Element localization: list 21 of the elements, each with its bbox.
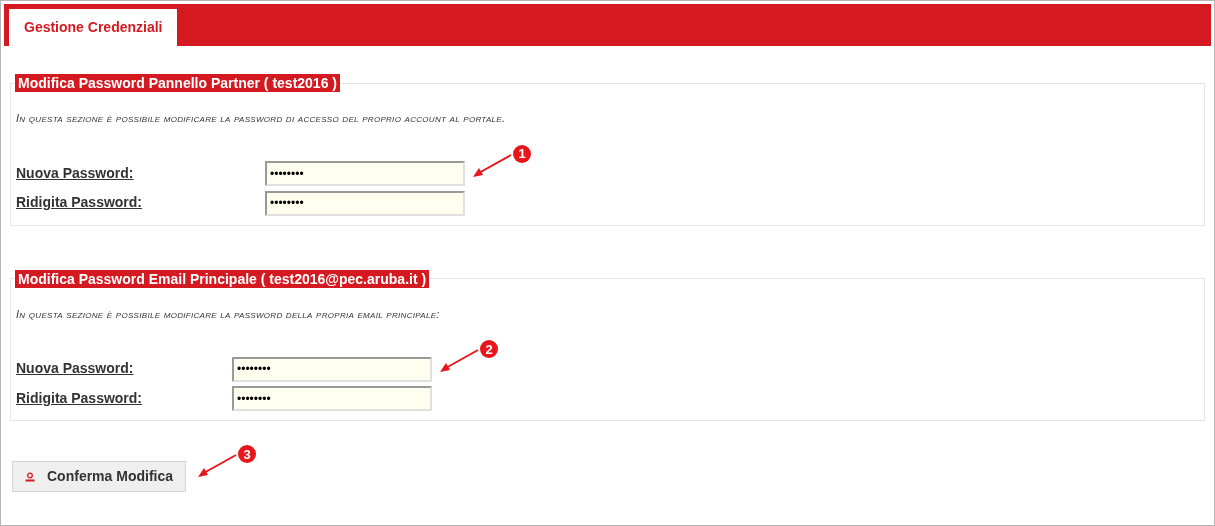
field-label: Nuova Password: xyxy=(16,163,135,183)
annotation-arrow xyxy=(196,453,238,479)
field-label: Ridigita Password: xyxy=(16,193,144,213)
callout-number: 3 xyxy=(238,445,256,463)
user-icon xyxy=(25,471,35,482)
field-label: Ridigita Password: xyxy=(16,388,144,408)
callout-number: 2 xyxy=(480,340,498,358)
section-title: Modifica Password Email Principale ( test2016@pec.aruba.it ) xyxy=(15,269,430,288)
field-label: Nuova Password: xyxy=(16,359,135,379)
annotation-arrow xyxy=(438,348,480,374)
password-field[interactable]: •••••••• xyxy=(232,386,432,411)
section-description: In questa sezione è possibile modificare la password di accesso del proprio account al portale. xyxy=(16,111,507,126)
password-field[interactable]: •••••••• xyxy=(232,356,432,382)
callout-number: 1 xyxy=(513,144,531,163)
confirm-button[interactable]: Conferma Modifica xyxy=(12,461,186,492)
section-description: In questa sezione è possibile modificare la password della propria email principale: xyxy=(16,306,441,322)
tab[interactable]: Gestione Credenziali xyxy=(9,9,178,46)
password-field[interactable]: •••••••• xyxy=(265,161,465,186)
password-field[interactable]: •••••••• xyxy=(265,190,465,216)
section-title: Modifica Password Pannello Partner ( test2016 ) xyxy=(15,74,340,92)
annotation-arrow xyxy=(471,152,513,179)
